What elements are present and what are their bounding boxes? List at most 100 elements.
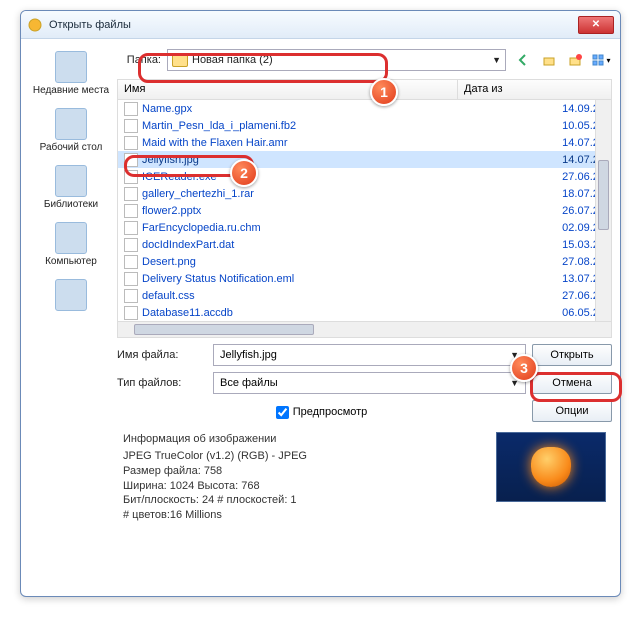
open-button[interactable]: Открыть — [532, 344, 612, 366]
place-item[interactable]: Библиотеки — [31, 161, 111, 214]
titlebar: Открыть файлы ✕ — [21, 11, 620, 39]
file-icon — [124, 238, 138, 252]
cancel-button[interactable]: Отмена — [532, 372, 612, 394]
place-item[interactable]: Рабочий стол — [31, 104, 111, 157]
chevron-down-icon: ▼ — [510, 350, 519, 360]
place-icon — [55, 108, 87, 140]
info-line: # цветов:16 Millions — [123, 508, 484, 523]
file-name: Jellyfish.jpg — [142, 154, 199, 166]
file-row[interactable]: gallery_chertezhi_1.rar 18.07.20 — [118, 185, 611, 202]
file-icon — [124, 119, 138, 133]
file-name: default.css — [142, 290, 195, 302]
file-row[interactable]: flower2.pptx 26.07.20 — [118, 202, 611, 219]
place-label: Недавние места — [33, 85, 109, 96]
file-name: FarEncyclopedia.ru.chm — [142, 222, 261, 234]
back-button[interactable] — [512, 49, 534, 71]
file-name: Maid with the Flaxen Hair.amr — [142, 137, 288, 149]
filetype-label: Тип файлов: — [117, 377, 207, 389]
filename-value: Jellyfish.jpg — [220, 349, 277, 361]
file-name: flower2.pptx — [142, 205, 201, 217]
file-date: 26.07.20 — [458, 205, 611, 217]
options-button[interactable]: Опции — [532, 400, 612, 422]
file-date: 27.06.20 — [458, 171, 611, 183]
file-row[interactable]: Maid with the Flaxen Hair.amr 14.07.20 — [118, 134, 611, 151]
new-folder-button[interactable] — [564, 49, 586, 71]
place-item[interactable]: Компьютер — [31, 218, 111, 271]
view-menu-button[interactable]: ▾ — [590, 49, 612, 71]
up-button[interactable] — [538, 49, 560, 71]
file-date: 14.07.20 — [458, 154, 611, 166]
file-name: Desert.png — [142, 256, 196, 268]
file-name: ICEReader.exe — [142, 171, 217, 183]
file-icon — [124, 136, 138, 150]
info-line: Ширина: 1024 Высота: 768 — [123, 479, 484, 494]
file-date: 18.07.20 — [458, 188, 611, 200]
list-header[interactable]: Имя Дата из — [118, 80, 611, 100]
file-icon — [124, 255, 138, 269]
file-row[interactable]: docIdIndexPart.dat 15.03.20 — [118, 236, 611, 253]
chevron-down-icon: ▼ — [510, 378, 519, 388]
folder-combo[interactable]: Новая папка (2) ▼ — [167, 49, 506, 71]
folder-name: Новая папка (2) — [192, 54, 488, 66]
file-icon — [124, 170, 138, 184]
filename-label: Имя файла: — [117, 349, 207, 361]
app-icon — [27, 17, 43, 33]
scroll-thumb[interactable] — [598, 160, 609, 230]
file-date: 27.08.20 — [458, 256, 611, 268]
file-name: Name.gpx — [142, 103, 192, 115]
file-row[interactable]: Database11.accdb06.05.20 — [118, 304, 611, 321]
info-line: Размер файла: 758 — [123, 464, 484, 479]
column-name[interactable]: Имя — [118, 80, 458, 99]
file-date: 14.07.20 — [458, 137, 611, 149]
place-label: Компьютер — [45, 256, 97, 267]
file-name: Martin_Pesn_lda_i_plameni.fb2 — [142, 120, 296, 132]
file-date: 13.07.20 — [458, 273, 611, 285]
preview-label: Предпросмотр — [293, 406, 368, 418]
file-row[interactable]: Name.gpx 14.09.20 — [118, 100, 611, 117]
file-row[interactable]: FarEncyclopedia.ru.chm 02.09.20 — [118, 219, 611, 236]
filetype-value: Все файлы — [220, 377, 278, 389]
file-name: docIdIndexPart.dat — [142, 239, 234, 251]
file-name: gallery_chertezhi_1.rar — [142, 188, 254, 200]
place-icon — [55, 279, 87, 311]
filetype-combo[interactable]: Все файлы ▼ — [213, 372, 526, 394]
file-row[interactable]: Desert.png 27.08.20 — [118, 253, 611, 270]
vertical-scrollbar[interactable] — [595, 100, 611, 321]
file-list: Имя Дата из Name.gpx 14.09.20 Martin_Pesn_… — [117, 79, 612, 338]
place-item[interactable] — [31, 275, 111, 317]
places-sidebar: Недавние места Рабочий стол Библиотеки Комп… — [29, 47, 113, 523]
file-row[interactable]: default.css27.06.20 — [118, 287, 611, 304]
place-label: Рабочий стол — [40, 142, 103, 153]
file-row[interactable]: Martin_Pesn_lda_i_plameni.fb210.05.20 — [118, 117, 611, 134]
file-icon — [124, 187, 138, 201]
folder-label: Папка: — [117, 54, 161, 66]
file-date: 15.03.20 — [458, 239, 611, 251]
image-info: Информация об изображении JPEG TrueColor… — [123, 432, 484, 523]
info-line: JPEG TrueColor (v1.2) (RGB) - JPEG — [123, 449, 484, 464]
horizontal-scrollbar[interactable] — [118, 321, 611, 337]
folder-icon — [172, 53, 188, 67]
file-date: 14.09.20 — [458, 103, 611, 115]
preview-checkbox[interactable] — [276, 406, 289, 419]
file-icon — [124, 272, 138, 286]
file-icon — [124, 221, 138, 235]
file-row[interactable]: Jellyfish.jpg 14.07.20 — [118, 151, 611, 168]
file-row[interactable]: Delivery Status Notification.eml13.07.20 — [118, 270, 611, 287]
file-icon — [124, 153, 138, 167]
file-icon — [124, 102, 138, 116]
place-label: Библиотеки — [44, 199, 98, 210]
filename-combo[interactable]: Jellyfish.jpg ▼ — [213, 344, 526, 366]
jellyfish-image — [531, 447, 571, 487]
place-item[interactable]: Недавние места — [31, 47, 111, 100]
place-icon — [55, 51, 87, 83]
file-icon — [124, 306, 138, 320]
file-date: 02.09.20 — [458, 222, 611, 234]
place-icon — [55, 222, 87, 254]
hscroll-thumb[interactable] — [134, 324, 314, 335]
open-file-dialog: Открыть файлы ✕ Недавние места Рабочий ст… — [20, 10, 621, 597]
file-row[interactable]: ICEReader.exe 27.06.20 — [118, 168, 611, 185]
column-date[interactable]: Дата из — [458, 80, 611, 99]
close-button[interactable]: ✕ — [578, 16, 614, 34]
preview-thumbnail — [496, 432, 606, 502]
window-title: Открыть файлы — [49, 19, 578, 31]
